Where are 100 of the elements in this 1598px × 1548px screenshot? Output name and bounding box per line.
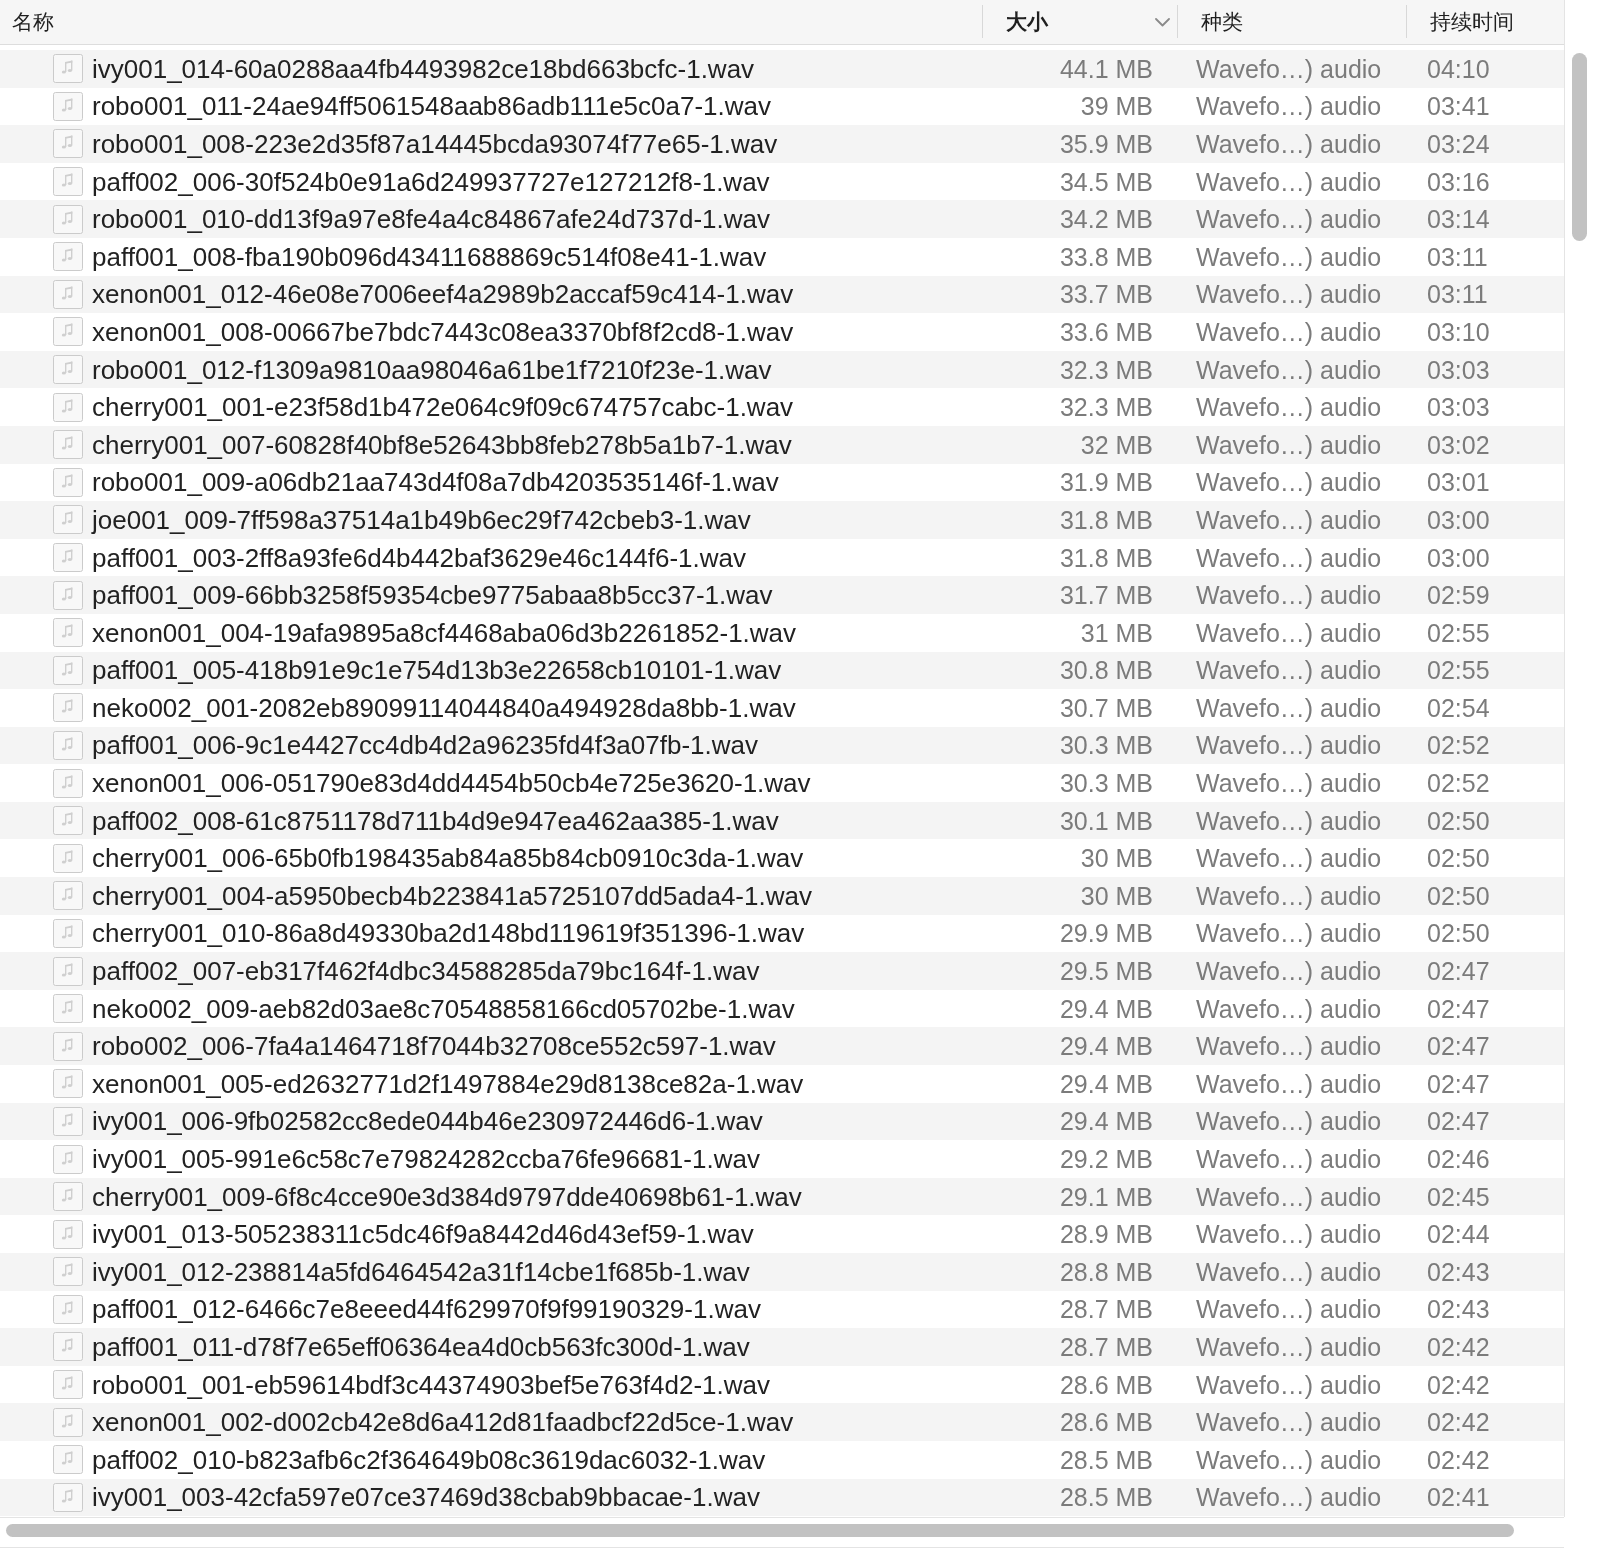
file-name: robo001_009-a06db21aa743d4f08a7db4203535146f-1.wav [92, 467, 779, 498]
column-header[interactable]: 大小 [982, 0, 1177, 44]
file-duration: 02:47 [1427, 1068, 1490, 1099]
column-header[interactable]: 种类 [1177, 0, 1406, 44]
music-file-icon [53, 430, 83, 460]
file-row[interactable]: ivy001_014-60a0288aa4fb4493982ce18bd663bcfc-1.wav 44.1 MB Wavefo…) audio 04:10 [0, 50, 1564, 88]
file-duration: 03:41 [1427, 91, 1490, 122]
file-size: 30.1 MB [1059, 805, 1153, 836]
file-name: robo001_011-24ae94ff5061548aab86adb111e5c0a7-1.wav [92, 91, 772, 122]
vertical-scrollbar-thumb[interactable] [1572, 53, 1587, 241]
file-size: 28.7 MB [1059, 1332, 1153, 1362]
music-file-icon [53, 54, 83, 84]
file-name: robo001_001-eb59614bdf3c44374903bef5e763f4d2-1.wav [92, 1369, 771, 1400]
file-kind: Wavefo…) audio [1196, 580, 1382, 611]
file-kind: Wavefo…) audio [1196, 1294, 1382, 1325]
file-kind: Wavefo…) audio [1196, 918, 1382, 949]
music-file-icon [53, 204, 83, 234]
file-size: 29.4 MB [1059, 1031, 1153, 1062]
file-kind: Wavefo…) audio [1196, 1482, 1382, 1513]
file-size: 31.7 MB [1059, 580, 1153, 611]
music-file-icon [53, 91, 83, 121]
file-kind: Wavefo…) audio [1196, 129, 1382, 159]
file-duration: 02:43 [1427, 1294, 1490, 1325]
file-name: paff002_010-b823afb6c2f364649b08c3619dac6032-1.wav [92, 1444, 766, 1475]
file-row[interactable]: xenon001_002-d002cb42e8d6a412d81faadbcf22d5ce-1.wav 28.6 MB Wavefo…) audio 02:42 [0, 1403, 1564, 1441]
file-row[interactable]: cherry001_004-a5950becb4b223841a5725107dd5ada4-1.wav 30 MB Wavefo…) audio 02:50 [0, 877, 1564, 915]
file-row[interactable]: paff002_008-61c8751178d711b4d9e947ea462aa385-1.wav 30.1 MB Wavefo…) audio 02:50 [0, 801, 1564, 840]
file-row[interactable]: ivy001_006-9fb02582cc8ede044b46e230972446d6-1.wav 29.4 MB Wavefo…) audio 02:47 [0, 1102, 1564, 1141]
file-size: 32.3 MB [1059, 354, 1153, 385]
file-size: 33.6 MB [1059, 316, 1153, 347]
file-size: 28.9 MB [1059, 1219, 1153, 1250]
music-file-icon [53, 1482, 83, 1512]
file-duration: 02:52 [1427, 730, 1490, 761]
music-file-icon [53, 1182, 83, 1212]
column-header[interactable]: 名称 [0, 0, 982, 44]
file-name: ivy001_014-60a0288aa4fb4493982ce18bd663bcfc-1.wav [92, 53, 755, 84]
file-row[interactable]: paff001_009-66bb3258f59354cbe9775abaa8b5cc37-1.wav 31.7 MB Wavefo…) audio 02:59 [0, 576, 1564, 614]
file-row[interactable]: joe001_009-7ff598a37514a1b49b6ec29f742cbeb3-1.wav 31.8 MB Wavefo…) audio 03:00 [0, 501, 1564, 539]
file-row[interactable]: robo001_012-f1309a9810aa98046a61be1f7210f23e-1.wav 32.3 MB Wavefo…) audio 03:03 [0, 350, 1564, 389]
file-row[interactable]: paff001_005-418b91e9c1e754d13b3e22658cb10101-1.wav 30.8 MB Wavefo…) audio 02:55 [0, 651, 1564, 690]
file-row[interactable]: paff001_006-9c1e4427cc4db4d2a96235fd4f3a07fb-1.wav 30.3 MB Wavefo…) audio 02:52 [0, 726, 1564, 765]
music-file-icon [53, 1445, 83, 1475]
file-duration: 03:03 [1427, 392, 1490, 423]
file-name: cherry001_006-65b0fb198435ab84a85b84cb0910c3da-1.wav [92, 843, 804, 874]
file-name: robo001_010-dd13f9a97e8fe4a4c84867afe24d737d-1.wav [92, 204, 771, 235]
file-row[interactable]: paff002_007-eb317f462f4dbc34588285da79bc164f-1.wav 29.5 MB Wavefo…) audio 02:47 [0, 952, 1564, 990]
file-size: 34.2 MB [1059, 204, 1153, 235]
file-row[interactable]: cherry001_009-6f8c4cce90e3d384d9797dde40698b61-1.wav 29.1 MB Wavefo…) audio 02:45 [0, 1177, 1564, 1216]
column-header[interactable]: 持续时间 [1406, 0, 1564, 44]
music-file-icon [53, 129, 83, 159]
file-kind: Wavefo…) audio [1196, 617, 1382, 648]
file-size: 31.8 MB [1059, 542, 1153, 573]
file-row[interactable]: xenon001_012-46e08e7006eef4a2989b2accaf59c414-1.wav 33.7 MB Wavefo…) audio 03:11 [0, 275, 1564, 314]
file-row[interactable]: paff001_011-d78f7e65eff06364ea4d0cb563fc300d-1.wav 28.7 MB Wavefo…) audio 02:42 [0, 1328, 1564, 1366]
file-size: 35.9 MB [1059, 129, 1153, 159]
music-file-icon [53, 1257, 83, 1287]
music-file-icon [53, 543, 83, 572]
file-name: robo001_012-f1309a9810aa98046a61be1f7210f23e-1.wav [92, 354, 772, 385]
file-kind: Wavefo…) audio [1196, 354, 1382, 385]
file-duration: 02:42 [1427, 1407, 1490, 1438]
file-duration: 03:11 [1427, 241, 1488, 272]
file-size: 29.4 MB [1059, 993, 1153, 1024]
file-kind: Wavefo…) audio [1196, 1181, 1382, 1212]
file-size: 29.1 MB [1059, 1181, 1153, 1212]
file-kind: Wavefo…) audio [1196, 204, 1382, 235]
file-row[interactable]: ivy001_012-238814a5fd6464542a31f14cbe1f685b-1.wav 28.8 MB Wavefo…) audio 02:43 [0, 1253, 1564, 1291]
file-name: ivy001_013-505238311c5dc46f9a8442d46d43ef59-1.wav [92, 1219, 754, 1250]
file-row[interactable]: ivy001_003-42cfa597e07ce37469d38cbab9bbacae-1.wav 28.5 MB Wavefo…) audio 02:41 [0, 1478, 1564, 1517]
file-size: 30 MB [1080, 880, 1153, 911]
file-row[interactable]: robo001_010-dd13f9a97e8fe4a4c84867afe24d737d-1.wav 34.2 MB Wavefo…) audio 03:14 [0, 200, 1564, 238]
file-duration: 02:43 [1427, 1256, 1490, 1287]
file-row[interactable]: robo002_006-7fa4a1464718f7044b32708ce552c597-1.wav 29.4 MB Wavefo…) audio 02:47 [0, 1027, 1564, 1066]
file-size: 28.5 MB [1059, 1444, 1153, 1475]
horizontal-scrollbar-thumb[interactable] [6, 1524, 1514, 1537]
file-duration: 02:50 [1427, 880, 1490, 911]
file-size: 30.3 MB [1059, 730, 1153, 761]
file-kind: Wavefo…) audio [1196, 1332, 1382, 1362]
file-size: 33.7 MB [1059, 279, 1153, 310]
file-size: 31 MB [1080, 617, 1153, 648]
file-kind: Wavefo…) audio [1196, 805, 1382, 836]
file-duration: 02:47 [1427, 1106, 1490, 1137]
file-name: ivy001_005-991e6c58c7e79824282ccba76fe96681-1.wav [92, 1144, 760, 1174]
file-name: ivy001_006-9fb02582cc8ede044b46e230972446d6-1.wav [92, 1106, 763, 1137]
file-name: paff001_012-6466c7e8eeed44f629970f9f99190329-1.wav [92, 1294, 761, 1325]
file-row[interactable]: robo001_008-223e2d35f87a14445bcda93074f77e65-1.wav 35.9 MB Wavefo…) audio 03:24 [0, 125, 1564, 163]
music-file-icon [53, 1332, 83, 1362]
file-size: 34.5 MB [1059, 166, 1153, 197]
music-file-icon [53, 956, 83, 986]
music-file-icon [53, 1031, 83, 1061]
file-name: neko002_009-aeb82d03ae8c70548858166cd05702be-1.wav [92, 993, 795, 1024]
file-kind: Wavefo…) audio [1196, 1144, 1382, 1174]
file-kind: Wavefo…) audio [1196, 1444, 1382, 1475]
file-name: xenon001_004-19afa9895a8cf4468aba06d3b2261852-1.wav [92, 617, 797, 648]
file-duration: 02:50 [1427, 918, 1490, 949]
file-name: neko002_001-2082eb89099114044840a494928da8bb-1.wav [92, 692, 796, 723]
file-name: ivy001_003-42cfa597e07ce37469d38cbab9bbacae-1.wav [92, 1482, 760, 1513]
file-duration: 02:42 [1427, 1332, 1490, 1362]
file-name: xenon001_008-00667be7bdc7443c08ea3370bf8f2cd8-1.wav [92, 316, 794, 347]
file-name: cherry001_004-a5950becb4b223841a5725107dd5ada4-1.wav [92, 880, 812, 911]
file-row[interactable]: cherry001_007-60828f40bf8e52643bb8feb278b5a1b7-1.wav 32 MB Wavefo…) audio 03:02 [0, 425, 1564, 464]
